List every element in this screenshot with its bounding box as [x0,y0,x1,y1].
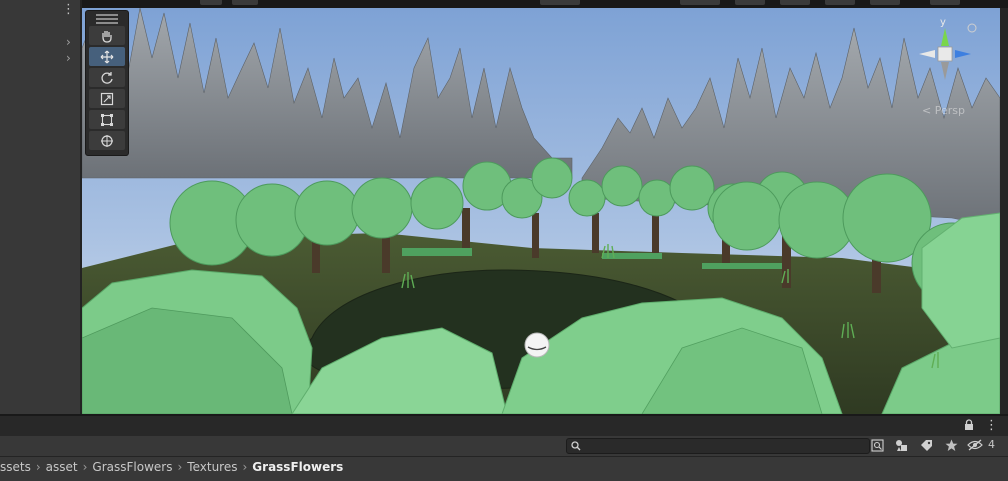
breadcrumb-item[interactable]: GrassFlowers [92,460,172,474]
rect-tool-button[interactable] [89,110,125,129]
breadcrumb-current[interactable]: GrassFlowers [252,460,343,474]
chevron-right-icon: › [82,460,88,474]
breadcrumb: ssets › asset › GrassFlowers › Textures › GrassF… [0,457,1008,481]
move-arrows-icon [100,50,114,63]
toolbar-tab[interactable] [870,0,900,5]
transform-icon [101,134,113,147]
toolbar-tab[interactable] [232,0,258,5]
viewport-edge [1000,8,1008,414]
chevron-right-icon: › [35,460,41,474]
move-tool-button[interactable] [89,47,125,66]
search-field[interactable] [566,438,870,454]
search-icon [571,441,581,451]
breadcrumb-item[interactable]: asset [46,460,78,474]
rect-icon [101,113,113,126]
orientation-gizmo[interactable]: y [915,16,985,106]
hand-icon [102,30,112,43]
search-window-icon [870,438,884,452]
rotate-icon [101,71,113,84]
hand-tool-button[interactable] [89,26,125,45]
hidden-packages-count: 4 [988,438,995,451]
scale-tool-button[interactable] [89,89,125,108]
toolbar-tab[interactable] [735,0,765,5]
hidden-packages-toggle[interactable] [966,437,984,453]
scene-render [82,8,1000,414]
selected-object-sphere[interactable] [524,332,550,358]
toolbar-tab[interactable] [540,0,580,5]
transform-tool-button[interactable] [89,131,125,150]
toolbar-tab[interactable] [680,0,720,5]
kebab-icon[interactable]: ⋮ [62,3,75,17]
rotate-tool-button[interactable] [89,68,125,87]
chevron-right-icon: › [177,460,183,474]
scene-tools-overlay [85,10,129,156]
chevron-right-icon[interactable]: › [66,52,78,64]
toolbar-tab[interactable] [825,0,855,5]
axis-gizmo-icon: y [919,17,977,80]
scene-viewport[interactable] [82,8,1000,414]
toolbar-tab[interactable] [200,0,222,5]
projection-label[interactable]: < Persp [922,104,965,117]
filter-by-label-button[interactable] [917,437,935,453]
drag-handle-icon[interactable] [96,14,118,24]
breadcrumb-item[interactable]: Textures [187,460,237,474]
scale-icon [100,92,114,105]
chevron-right-icon: › [242,460,248,474]
eye-slash-icon [967,439,983,451]
star-icon [945,439,957,451]
project-toolbar: 4 [0,436,1008,457]
chevron-right-icon[interactable]: › [66,36,78,48]
toolbar-tab[interactable] [780,0,810,5]
breadcrumb-item[interactable]: ssets [0,460,31,474]
project-window-header: ⋮ [0,416,1008,436]
kebab-icon[interactable]: ⋮ [985,418,998,433]
search-by-type-button[interactable] [868,437,886,453]
toolbar-tab[interactable] [930,0,960,5]
hierarchy-panel: ⋮ › › [0,0,82,414]
shapes-icon [895,439,907,451]
favorites-button[interactable] [942,437,960,453]
lock-icon[interactable] [964,419,974,434]
gizmo-y-label: y [940,17,946,28]
tag-icon [920,439,932,451]
filter-by-type-button[interactable] [892,437,910,453]
top-tab-strip [0,0,1008,8]
